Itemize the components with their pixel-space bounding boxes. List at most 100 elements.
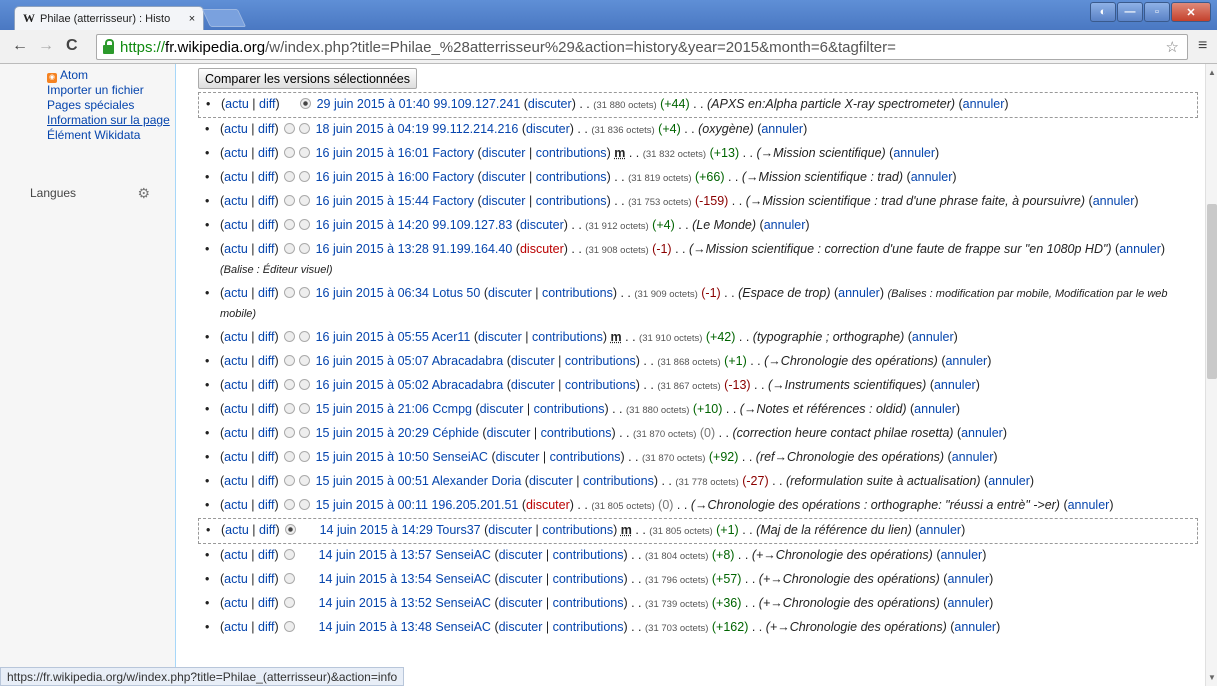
undo-link[interactable]: annuler	[1093, 194, 1135, 208]
radio-old[interactable]	[284, 597, 296, 608]
radio-new[interactable]	[299, 427, 311, 438]
diff-link[interactable]: diff	[258, 426, 274, 440]
diff-link[interactable]: diff	[259, 97, 275, 111]
actu-link[interactable]: actu	[224, 620, 248, 634]
actu-link[interactable]: actu	[224, 426, 248, 440]
talk-link[interactable]: discuter	[482, 170, 526, 184]
radio-old[interactable]	[284, 475, 296, 486]
contributions-link[interactable]: contributions	[565, 354, 636, 368]
diff-link[interactable]: diff	[258, 498, 274, 512]
radio-old[interactable]	[284, 331, 296, 342]
undo-link[interactable]: annuler	[952, 450, 994, 464]
undo-link[interactable]: annuler	[963, 97, 1005, 111]
revision-date-link[interactable]: 16 juin 2015 à 06:34	[316, 286, 429, 300]
revision-date-link[interactable]: 18 juin 2015 à 04:19	[316, 122, 429, 136]
diff-link[interactable]: diff	[259, 523, 275, 537]
actu-link[interactable]: actu	[224, 572, 248, 586]
diff-link[interactable]: diff	[258, 620, 274, 634]
user-link[interactable]: 99.109.127.241	[433, 97, 520, 111]
revision-date-link[interactable]: 15 juin 2015 à 21:06	[316, 402, 429, 416]
radio-new[interactable]	[299, 475, 311, 486]
contributions-link[interactable]: contributions	[553, 572, 624, 586]
scroll-down-icon[interactable]: ▼	[1208, 673, 1216, 682]
minimize-button[interactable]: —	[1117, 2, 1143, 22]
gear-icon[interactable]: ⚙	[137, 186, 150, 201]
undo-link[interactable]: annuler	[764, 218, 806, 232]
revision-date-link[interactable]: 15 juin 2015 à 10:50	[316, 450, 429, 464]
radio-old[interactable]	[284, 123, 296, 134]
undo-link[interactable]: annuler	[954, 620, 996, 634]
undo-link[interactable]: annuler	[912, 330, 954, 344]
revision-date-link[interactable]: 16 juin 2015 à 16:01	[316, 146, 429, 160]
actu-link[interactable]: actu	[224, 474, 248, 488]
actu-link[interactable]: actu	[225, 523, 249, 537]
actu-link[interactable]: actu	[224, 170, 248, 184]
user-link[interactable]: SenseiAC	[435, 548, 491, 562]
undo-link[interactable]: annuler	[940, 548, 982, 562]
contributions-link[interactable]: contributions	[553, 596, 624, 610]
radio-old[interactable]	[284, 549, 296, 560]
undo-link[interactable]: annuler	[893, 146, 935, 160]
radio-old[interactable]	[284, 147, 296, 158]
radio-new[interactable]	[299, 403, 311, 414]
actu-link[interactable]: actu	[224, 330, 248, 344]
actu-link[interactable]: actu	[224, 194, 248, 208]
revision-date-link[interactable]: 14 juin 2015 à 14:29	[320, 523, 433, 537]
radio-old[interactable]	[284, 499, 296, 510]
undo-link[interactable]: annuler	[914, 402, 956, 416]
browser-tab[interactable]: W Philae (atterrisseur) : Histo ×	[14, 6, 204, 30]
revision-date-link[interactable]: 14 juin 2015 à 13:52	[319, 596, 432, 610]
sidebar-item-atom[interactable]: ◉ Atom	[47, 68, 175, 83]
undo-link[interactable]: annuler	[934, 378, 976, 392]
undo-link[interactable]: annuler	[761, 122, 803, 136]
user-link[interactable]: Céphide	[432, 426, 479, 440]
talk-link[interactable]: discuter	[480, 402, 524, 416]
talk-link[interactable]: discuter	[499, 572, 543, 586]
radio-new[interactable]	[299, 123, 311, 134]
revision-date-link[interactable]: 14 juin 2015 à 13:48	[319, 620, 432, 634]
contributions-link[interactable]: contributions	[553, 548, 624, 562]
reload-icon[interactable]: C	[66, 37, 78, 55]
compare-versions-button[interactable]: Comparer les versions sélectionnées	[198, 68, 417, 89]
revision-date-link[interactable]: 15 juin 2015 à 20:29	[316, 426, 429, 440]
contributions-link[interactable]: contributions	[542, 523, 613, 537]
user-link[interactable]: Lotus 50	[432, 286, 480, 300]
radio-old[interactable]	[284, 403, 296, 414]
talk-link[interactable]: discuter	[499, 596, 543, 610]
undo-link[interactable]: annuler	[945, 354, 987, 368]
undo-link[interactable]: annuler	[919, 523, 961, 537]
revision-date-link[interactable]: 16 juin 2015 à 05:07	[316, 354, 429, 368]
actu-link[interactable]: actu	[224, 402, 248, 416]
diff-link[interactable]: diff	[258, 596, 274, 610]
radio-new[interactable]	[299, 243, 311, 254]
undo-link[interactable]: annuler	[911, 170, 953, 184]
scroll-up-icon[interactable]: ▲	[1208, 68, 1216, 77]
diff-link[interactable]: diff	[258, 170, 274, 184]
user-link[interactable]: Tours37	[436, 523, 480, 537]
user-link[interactable]: Alexander Doria	[432, 474, 522, 488]
sidebar-item-special-pages[interactable]: Pages spéciales	[47, 98, 175, 113]
scrollbar-thumb[interactable]	[1207, 204, 1217, 379]
undo-link[interactable]: annuler	[1119, 242, 1161, 256]
diff-link[interactable]: diff	[258, 330, 274, 344]
actu-link[interactable]: actu	[224, 596, 248, 610]
revision-date-link[interactable]: 15 juin 2015 à 00:51	[316, 474, 429, 488]
talk-link[interactable]: discuter	[511, 354, 555, 368]
user-link[interactable]: SenseiAC	[435, 572, 491, 586]
radio-old[interactable]	[285, 524, 297, 535]
radio-new[interactable]	[299, 331, 311, 342]
contributions-link[interactable]: contributions	[534, 402, 605, 416]
revision-date-link[interactable]: 16 juin 2015 à 16:00	[316, 170, 429, 184]
talk-link[interactable]: discuter	[488, 523, 532, 537]
talk-link[interactable]: discuter	[526, 122, 570, 136]
revision-date-link[interactable]: 16 juin 2015 à 05:55	[316, 330, 429, 344]
talk-link[interactable]: discuter	[488, 286, 532, 300]
diff-link[interactable]: diff	[258, 286, 274, 300]
tab-close-icon[interactable]: ×	[185, 13, 199, 25]
talk-link[interactable]: discuter	[526, 498, 570, 512]
diff-link[interactable]: diff	[258, 146, 274, 160]
user-link[interactable]: 91.199.164.40	[432, 242, 512, 256]
diff-link[interactable]: diff	[258, 378, 274, 392]
bookmark-star-icon[interactable]: ☆	[1166, 38, 1179, 56]
undo-link[interactable]: annuler	[961, 426, 1003, 440]
